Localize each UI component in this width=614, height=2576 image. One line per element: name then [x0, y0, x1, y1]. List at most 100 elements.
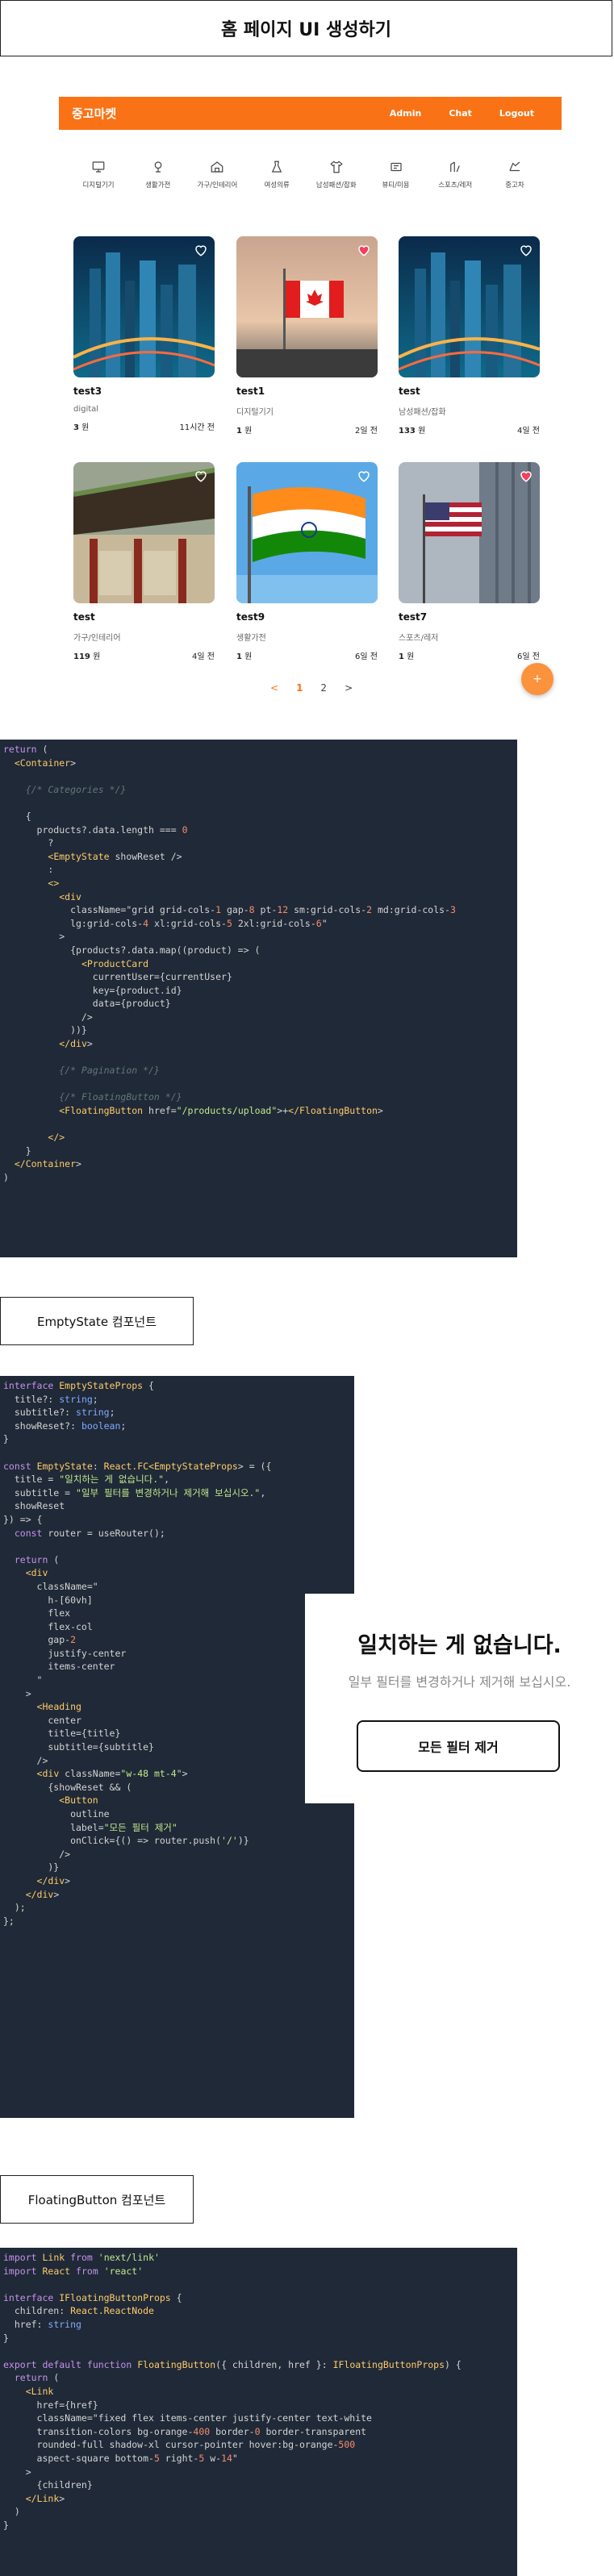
heart-icon[interactable]	[519, 469, 533, 483]
code-line: <EmptyState showReset />	[48, 850, 182, 862]
code-line: }	[3, 1433, 9, 1445]
product-card[interactable]: test3 digital 3 원 11시간 전	[73, 236, 215, 432]
product-category: 스포츠/레저	[399, 634, 439, 643]
code-line: const router = useRouter();	[14, 1527, 165, 1539]
product-time: 11시간 전	[179, 423, 215, 432]
product-time: 4일 전	[517, 427, 540, 436]
product-time: 6일 전	[517, 652, 540, 661]
code-block-home: return ( <Container> {/* Categories */} …	[0, 740, 517, 1257]
nav-admin-link[interactable]: Admin	[390, 108, 421, 119]
product-image-canada-flag	[236, 236, 378, 377]
prev-page-button[interactable]: <	[270, 682, 278, 694]
code-line: title?: string;	[3, 1393, 98, 1405]
category-bar: 디지털기기 생활가전 가구/인테리어 여성의류 남성패션/잡화 뷰티/미용 스포…	[73, 158, 541, 190]
category-item[interactable]: 남성패션/잡화	[311, 158, 362, 190]
code-line: import React from 'react'	[3, 2265, 144, 2277]
heart-icon[interactable]	[194, 469, 208, 483]
heart-icon[interactable]	[357, 469, 371, 483]
sports-icon	[446, 158, 464, 176]
product-category: 생활가전	[236, 634, 266, 643]
page-2-button[interactable]: 2	[320, 682, 327, 694]
category-item[interactable]: 생활가전	[132, 158, 184, 190]
reset-filters-button[interactable]: 모든 필터 제거	[357, 1720, 560, 1772]
page-1-button[interactable]: 1	[296, 682, 303, 694]
nav-chat-link[interactable]: Chat	[449, 108, 472, 119]
product-card[interactable]: test 남성패션/잡화 133 원 4일 전	[399, 236, 540, 436]
code-line: {/* FloatingButton */}	[3, 1091, 182, 1103]
product-image-temple	[73, 462, 215, 603]
code-line: href={href}	[3, 2399, 98, 2411]
code-line: aspect-square bottom-5 right-5 w-14"	[3, 2452, 238, 2464]
code-line: label="모든 필터 제거"	[3, 1821, 178, 1833]
code-line: <FloatingButton href="/products/upload">…	[59, 1105, 383, 1117]
code-line: }	[3, 2519, 9, 2531]
product-price: 133	[399, 427, 416, 436]
section-label-emptystate: EmptyState 컴포넌트	[0, 1297, 194, 1345]
brand-logo[interactable]: 중고마켓	[72, 105, 390, 122]
next-page-button[interactable]: >	[345, 682, 353, 694]
product-card[interactable]: test7 스포츠/레저 1 원 6일 전	[399, 462, 540, 661]
code-line: children: React.ReactNode	[3, 2305, 154, 2317]
code-line: );	[3, 1902, 26, 1914]
empty-state-preview: 일치하는 게 없습니다. 일부 필터를 변경하거나 제거해 보십시오. 모든 필…	[305, 1594, 614, 1803]
code-line: items-center	[3, 1661, 115, 1673]
code-line: interface IFloatingButtonProps {	[3, 2291, 182, 2303]
category-item[interactable]: 뷰티/미용	[370, 158, 422, 190]
product-title: test	[399, 386, 420, 397]
code-line: <Heading	[36, 1701, 81, 1713]
product-card[interactable]: test9 생활가전 1 원 6일 전	[236, 462, 378, 661]
code-line: {	[3, 810, 31, 822]
category-item[interactable]: 여성의류	[251, 158, 303, 190]
floating-add-button[interactable]: +	[521, 663, 553, 695]
pagination: < 1 2 >	[270, 682, 353, 694]
code-line: >	[3, 2466, 31, 2478]
code-line: title={title}	[3, 1728, 121, 1740]
code-block-floatingbutton: import Link from 'next/link' import React…	[0, 2248, 517, 2576]
category-item[interactable]: 중고차	[489, 158, 541, 190]
category-item[interactable]: 스포츠/레저	[429, 158, 481, 190]
heart-icon[interactable]	[519, 243, 533, 257]
product-price: 3	[73, 423, 79, 432]
heart-icon[interactable]	[357, 243, 371, 257]
product-price: 119	[73, 652, 90, 661]
code-line: )	[3, 2506, 20, 2518]
code-line: rounded-full shadow-xl cursor-pointer ho…	[3, 2439, 356, 2451]
code-line: <ProductCard	[81, 957, 149, 969]
code-line: onClick={() => router.push('/')}	[3, 1835, 249, 1847]
product-card[interactable]: test 가구/인테리어 119 원 4일 전	[73, 462, 215, 661]
code-line: currentUser={currentUser}	[3, 971, 232, 983]
category-item[interactable]: 가구/인테리어	[191, 158, 243, 190]
code-line: </div>	[59, 1038, 93, 1050]
code-line: flex	[3, 1607, 71, 1619]
product-time: 6일 전	[355, 652, 378, 661]
product-title: test3	[73, 386, 102, 397]
code-line: />	[3, 1848, 71, 1860]
code-line: {children}	[3, 2479, 93, 2491]
price-unit: 원	[244, 652, 253, 661]
product-time: 2일 전	[355, 427, 378, 436]
category-item[interactable]: 디지털기기	[73, 158, 124, 190]
code-line: };	[3, 1915, 15, 1927]
code-line: />	[3, 1011, 93, 1023]
product-card[interactable]: test1 디지털기기 1 원 2일 전	[236, 236, 378, 436]
nav-logout-link[interactable]: Logout	[499, 108, 534, 119]
page-title-box: 홈 페이지 UI 생성하기	[0, 0, 612, 56]
price-unit: 원	[244, 427, 253, 436]
category-label: 뷰티/미용	[382, 181, 410, 190]
code-line: key={product.id}	[3, 984, 182, 996]
code-line: />	[3, 1754, 48, 1766]
code-line: <div className="w-48 mt-4">	[36, 1768, 188, 1780]
code-block-emptystate: interface EmptyStateProps { title?: stri…	[0, 1376, 354, 2118]
product-category: digital	[73, 405, 99, 414]
heart-icon[interactable]	[194, 243, 208, 257]
code-line: href: string	[3, 2318, 81, 2330]
category-label: 가구/인테리어	[197, 181, 238, 190]
empty-state-subtitle: 일부 필터를 변경하거나 제거해 보십시오.	[348, 1674, 571, 1690]
dress-icon	[268, 158, 286, 176]
product-image-india-flag	[236, 462, 378, 603]
